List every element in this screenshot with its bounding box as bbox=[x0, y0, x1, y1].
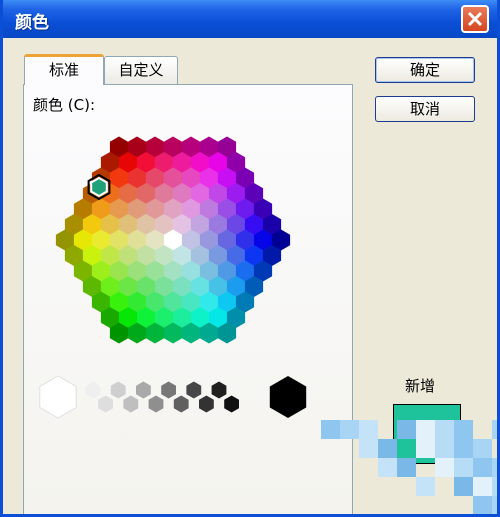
gray-swatch[interactable] bbox=[186, 381, 202, 399]
gray-swatch[interactable] bbox=[199, 395, 214, 413]
gray-swatch[interactable] bbox=[224, 395, 239, 413]
gray-swatch[interactable] bbox=[269, 376, 307, 418]
color-dialog: 颜色 标准 自定义 颜色 (C): 确定 取消 新增 bbox=[0, 0, 500, 517]
color-hexagon-palette bbox=[39, 136, 307, 419]
gray-swatch[interactable] bbox=[39, 375, 77, 419]
gray-swatch[interactable] bbox=[85, 381, 101, 399]
gray-swatch[interactable] bbox=[136, 381, 151, 399]
gray-swatch[interactable] bbox=[173, 395, 189, 413]
gray-swatch[interactable] bbox=[110, 381, 126, 399]
selected-swatch[interactable] bbox=[90, 176, 108, 198]
gray-swatch[interactable] bbox=[148, 395, 164, 413]
gray-swatch[interactable] bbox=[161, 381, 176, 399]
gray-swatch[interactable] bbox=[98, 395, 113, 413]
gray-swatch[interactable] bbox=[123, 395, 139, 413]
gray-swatch[interactable] bbox=[211, 381, 227, 399]
